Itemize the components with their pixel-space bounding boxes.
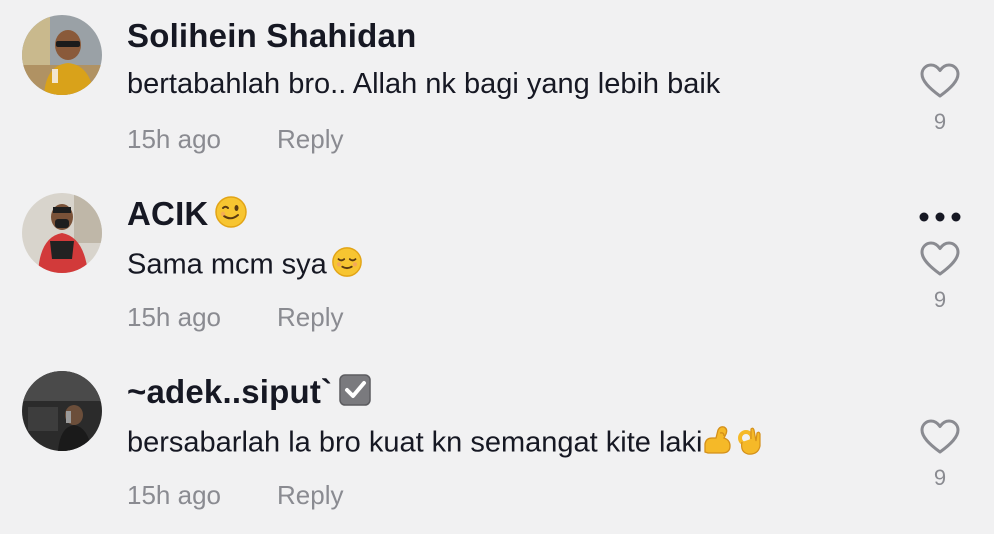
comment-text-label: bersabarlah la bro kuat kn semangat kite… — [127, 426, 703, 459]
heart-icon — [920, 241, 960, 276]
comment-item: Solihein Shahidan bertabahlah bro.. Alla… — [0, 0, 994, 178]
comment-text: bertabahlah bro.. Allah nk bagi yang leb… — [127, 68, 720, 101]
winking-face-emoji — [214, 195, 248, 237]
avatar[interactable] — [22, 15, 102, 95]
timestamp: 15h ago — [127, 124, 221, 154]
flexed-biceps-ok-hand-emoji — [702, 424, 766, 464]
more-options-icon — [919, 212, 961, 222]
relieved-face-emoji — [331, 246, 363, 286]
username[interactable]: Solihein Shahidan — [127, 17, 416, 55]
like-button[interactable]: 9 — [916, 241, 964, 313]
reply-button[interactable]: Reply — [277, 302, 343, 333]
comment-item: ~adek..siput` bersabarlah la bro kuat kn… — [0, 356, 994, 534]
avatar[interactable] — [22, 371, 102, 451]
comment-text: bersabarlah la bro kuat kn semangat kite… — [127, 424, 766, 464]
like-count: 9 — [933, 287, 947, 312]
comment-text-label: Sama mcm sya — [127, 248, 327, 281]
timestamp: 15h ago — [127, 302, 221, 332]
timestamp: 15h ago — [127, 480, 221, 510]
username[interactable]: ACIK — [127, 195, 248, 237]
like-count: 9 — [933, 109, 947, 134]
comment-list: Solihein Shahidan bertabahlah bro.. Alla… — [0, 0, 994, 534]
avatar[interactable] — [22, 193, 102, 273]
like-button[interactable]: 9 — [916, 63, 964, 135]
username-label: ACIK — [127, 195, 209, 232]
username[interactable]: ~adek..siput` — [127, 373, 372, 415]
reply-button[interactable]: Reply — [277, 480, 343, 511]
check-box-emoji — [338, 373, 372, 415]
like-button[interactable]: 9 — [916, 419, 964, 491]
username-label: Solihein Shahidan — [127, 17, 417, 54]
more-options-button[interactable] — [918, 210, 962, 224]
comment-item: ACIK Sama mcm sya 15h ago Reply 9 — [0, 178, 994, 356]
heart-icon — [920, 63, 960, 98]
reply-button[interactable]: Reply — [277, 124, 343, 155]
like-count: 9 — [933, 465, 947, 490]
heart-icon — [920, 419, 960, 454]
comment-text-label: bertabahlah bro.. Allah nk bagi yang leb… — [127, 68, 721, 100]
username-label: ~adek..siput` — [127, 373, 333, 410]
comment-text: Sama mcm sya — [127, 246, 363, 286]
